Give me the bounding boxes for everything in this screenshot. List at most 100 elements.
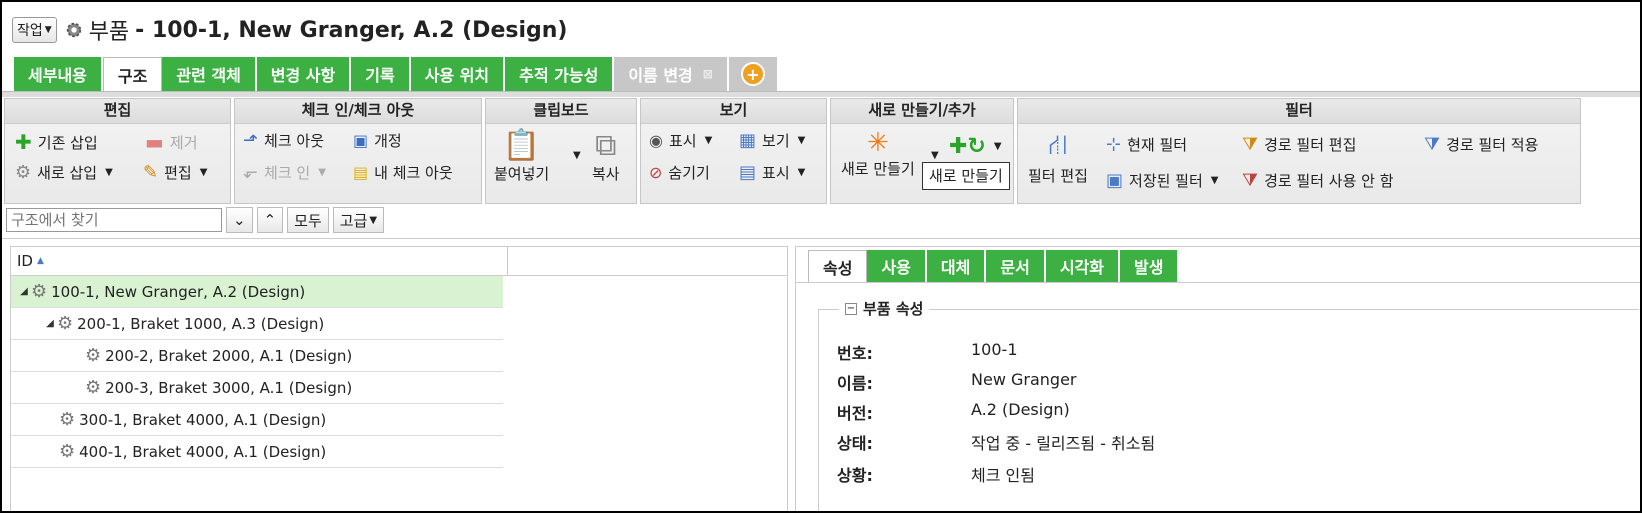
view-button[interactable]: ▦ 보기 ▼ [739,130,805,151]
dropdown-arrow-icon[interactable]: ▼ [798,167,806,178]
revise-button[interactable]: ▣ 개정 [353,130,402,151]
tab-rename-label: 이름 변경 [628,66,693,85]
new-add-button[interactable]: ✚↻ ▼ [949,134,1002,159]
checkout-label: 체크 아웃 [264,132,325,150]
paste-button[interactable]: 📋 붙여넣기 [494,128,549,184]
dropdown-arrow-icon[interactable]: ▼ [1211,175,1219,186]
tab-attributes[interactable]: 속성 [808,250,868,282]
insert-existing-button[interactable]: ✚ 기존 삽입 [15,130,98,154]
dropdown-arrow-icon[interactable]: ▼ [200,167,208,178]
actions-menu-label: 작업 [17,23,43,39]
display-button[interactable]: ▤ 표시 ▼ [739,162,805,183]
checkin-button[interactable]: ⬐ 체크 인 ▼ [243,162,326,183]
ribbon-group-filter: 필터 ⛙ 필터 편집 ⊹ 현재 필터 ▣ 저장된 필터 ▼ ⧩ 경로 필터 편집 ⧩ 경로… [1017,98,1581,204]
find-all-button[interactable]: 모두 [287,207,329,233]
new-button[interactable]: ✳ 새로 만들기 [841,128,915,179]
tree-row[interactable]: ⚙ 300-1, Braket 4000, A.1 (Design) [11,404,503,436]
find-previous-button[interactable]: ⌃ [256,207,284,233]
sparkle-icon: ✳ [866,128,889,158]
tree-row[interactable]: ⚙ 200-3, Braket 3000, A.1 (Design) [11,372,503,404]
copy-button[interactable]: ⧉ 복사 [592,128,620,184]
structure-search-bar: ⌄ ⌃ 모두 고급▼ [6,206,385,234]
my-checkouts-button[interactable]: ▤ 내 체크 아웃 [353,162,453,183]
hide-button[interactable]: ⊘ 숨기기 [649,162,710,183]
tree-row-label: 200-1, Braket 1000, A.3 (Design) [77,314,325,333]
tree-row[interactable]: ⚙ 400-1, Braket 4000, A.1 (Design) [11,436,503,468]
chevron-up-icon: ⌃ [263,211,277,229]
actions-menu-button[interactable]: 작업 ▼ [12,17,57,43]
dropdown-arrow-icon[interactable]: ▼ [705,135,713,146]
tab-usage[interactable]: 사용 [867,250,927,282]
add-circle-icon: + [740,62,765,86]
tab-rename[interactable]: 이름 변경 ⊠ [614,57,729,91]
tab-visualization[interactable]: 시각화 [1045,250,1120,282]
tree-row-label: 400-1, Braket 4000, A.1 (Design) [79,442,327,461]
insert-new-button[interactable]: ⚙ 새로 삽입 ▼ [15,162,113,183]
tab-changes[interactable]: 변경 사항 [256,57,352,91]
dropdown-arrow-icon[interactable]: ▼ [798,135,806,146]
group-title-clipboard: 클립보드 [486,99,636,124]
tab-traceability[interactable]: 추적 가능성 [505,57,615,91]
dropdown-arrow-icon[interactable]: ▼ [931,150,939,161]
tab-structure[interactable]: 구조 [102,57,163,91]
id-column-header[interactable]: ID ▲ [11,247,508,275]
gear-icon: ⚙ [59,441,76,462]
gear-icon [66,22,81,38]
copy-label: 복사 [592,165,620,183]
ribbon-separator [2,91,1640,97]
tab-occurrences[interactable]: 발생 [1119,250,1180,282]
details-tabs: 속성 사용 대체 문서 시각화 발생 [808,250,1180,282]
advanced-search-button[interactable]: 고급 ▼ [332,207,385,233]
gear-icon: ⚙ [15,162,32,183]
dropdown-arrow-icon[interactable]: ▼ [318,167,326,178]
page-title: 부품 - 100-1, New Granger, A.2 (Design) [65,14,567,46]
add-tab-button[interactable]: + [728,57,779,91]
collapse-icon[interactable]: − [845,302,857,315]
gear-icon: ⚙ [57,313,74,334]
edit-button[interactable]: ✎ 편집 ▼ [143,162,207,183]
attribute-value: New Granger [971,370,1077,389]
tab-details[interactable]: 세부내용 [14,57,103,91]
show-button[interactable]: ◉ 표시 ▼ [649,130,712,151]
attribute-row: 이름: New Granger [837,370,1076,394]
tab-history[interactable]: 기록 [351,57,411,91]
edit-path-filter-button[interactable]: ⧩ 경로 필터 편집 [1242,134,1356,155]
plus-arrow-icon: ✚↻ [949,134,986,159]
tree-row[interactable]: ⚙ 200-2, Braket 2000, A.1 (Design) [11,340,503,372]
section-header[interactable]: − 부품 속성 [839,298,930,319]
tree-row[interactable]: ◢ ⚙ 100-1, New Granger, A.2 (Design) [11,276,503,308]
remove-button[interactable]: ▬ 제거 [145,130,198,154]
eye-slash-icon: ⊘ [649,163,663,182]
minus-icon: ▬ [145,130,164,154]
saved-filter-button[interactable]: ▣ 저장된 필터 ▼ [1106,170,1219,191]
dropdown-arrow-icon[interactable]: ▼ [105,167,113,178]
filter-edit-icon: ⛙ [1048,128,1068,161]
checkout-button[interactable]: ⬏ 체크 아웃 [243,130,324,151]
disable-path-filter-button[interactable]: ⧩ 경로 필터 사용 안 함 [1242,170,1394,191]
current-filter-button[interactable]: ⊹ 현재 필터 [1106,134,1187,155]
attribute-label: 번호: [837,344,873,363]
dropdown-arrow-icon[interactable]: ▼ [994,141,1002,152]
tree-row[interactable]: ◢ ⚙ 200-1, Braket 1000, A.3 (Design) [11,308,503,340]
copy-icon: ⧉ [595,128,617,163]
dropdown-arrow-icon[interactable]: ▼ [573,150,581,161]
expanded-triangle-icon[interactable]: ◢ [17,286,31,297]
group-title-checkin: 체크 인/체크 아웃 [235,99,481,124]
group-title-view: 보기 [641,99,826,124]
find-next-button[interactable]: ⌄ [226,207,253,233]
close-icon[interactable]: ⊠ [703,67,713,81]
title-type: 부품 [88,20,130,45]
expanded-triangle-icon[interactable]: ◢ [43,318,57,329]
edit-filter-button[interactable]: ⛙ 필터 편집 [1028,128,1088,186]
tab-related-objects[interactable]: 관련 객체 [162,57,257,91]
apply-path-filter-button[interactable]: ⧩ 경로 필터 적용 [1424,134,1538,155]
section-title: 부품 속성 [863,300,924,318]
structure-search-input[interactable] [6,208,222,232]
tree-row-label: 200-2, Braket 2000, A.1 (Design) [105,346,353,365]
tab-alternates[interactable]: 대체 [926,250,987,282]
tab-where-used[interactable]: 사용 위치 [410,57,506,91]
my-checkouts-icon: ▤ [353,163,369,182]
insert-existing-label: 기존 삽입 [37,133,98,152]
advanced-search-label: 고급 [339,211,368,230]
tab-documents[interactable]: 문서 [986,250,1046,282]
